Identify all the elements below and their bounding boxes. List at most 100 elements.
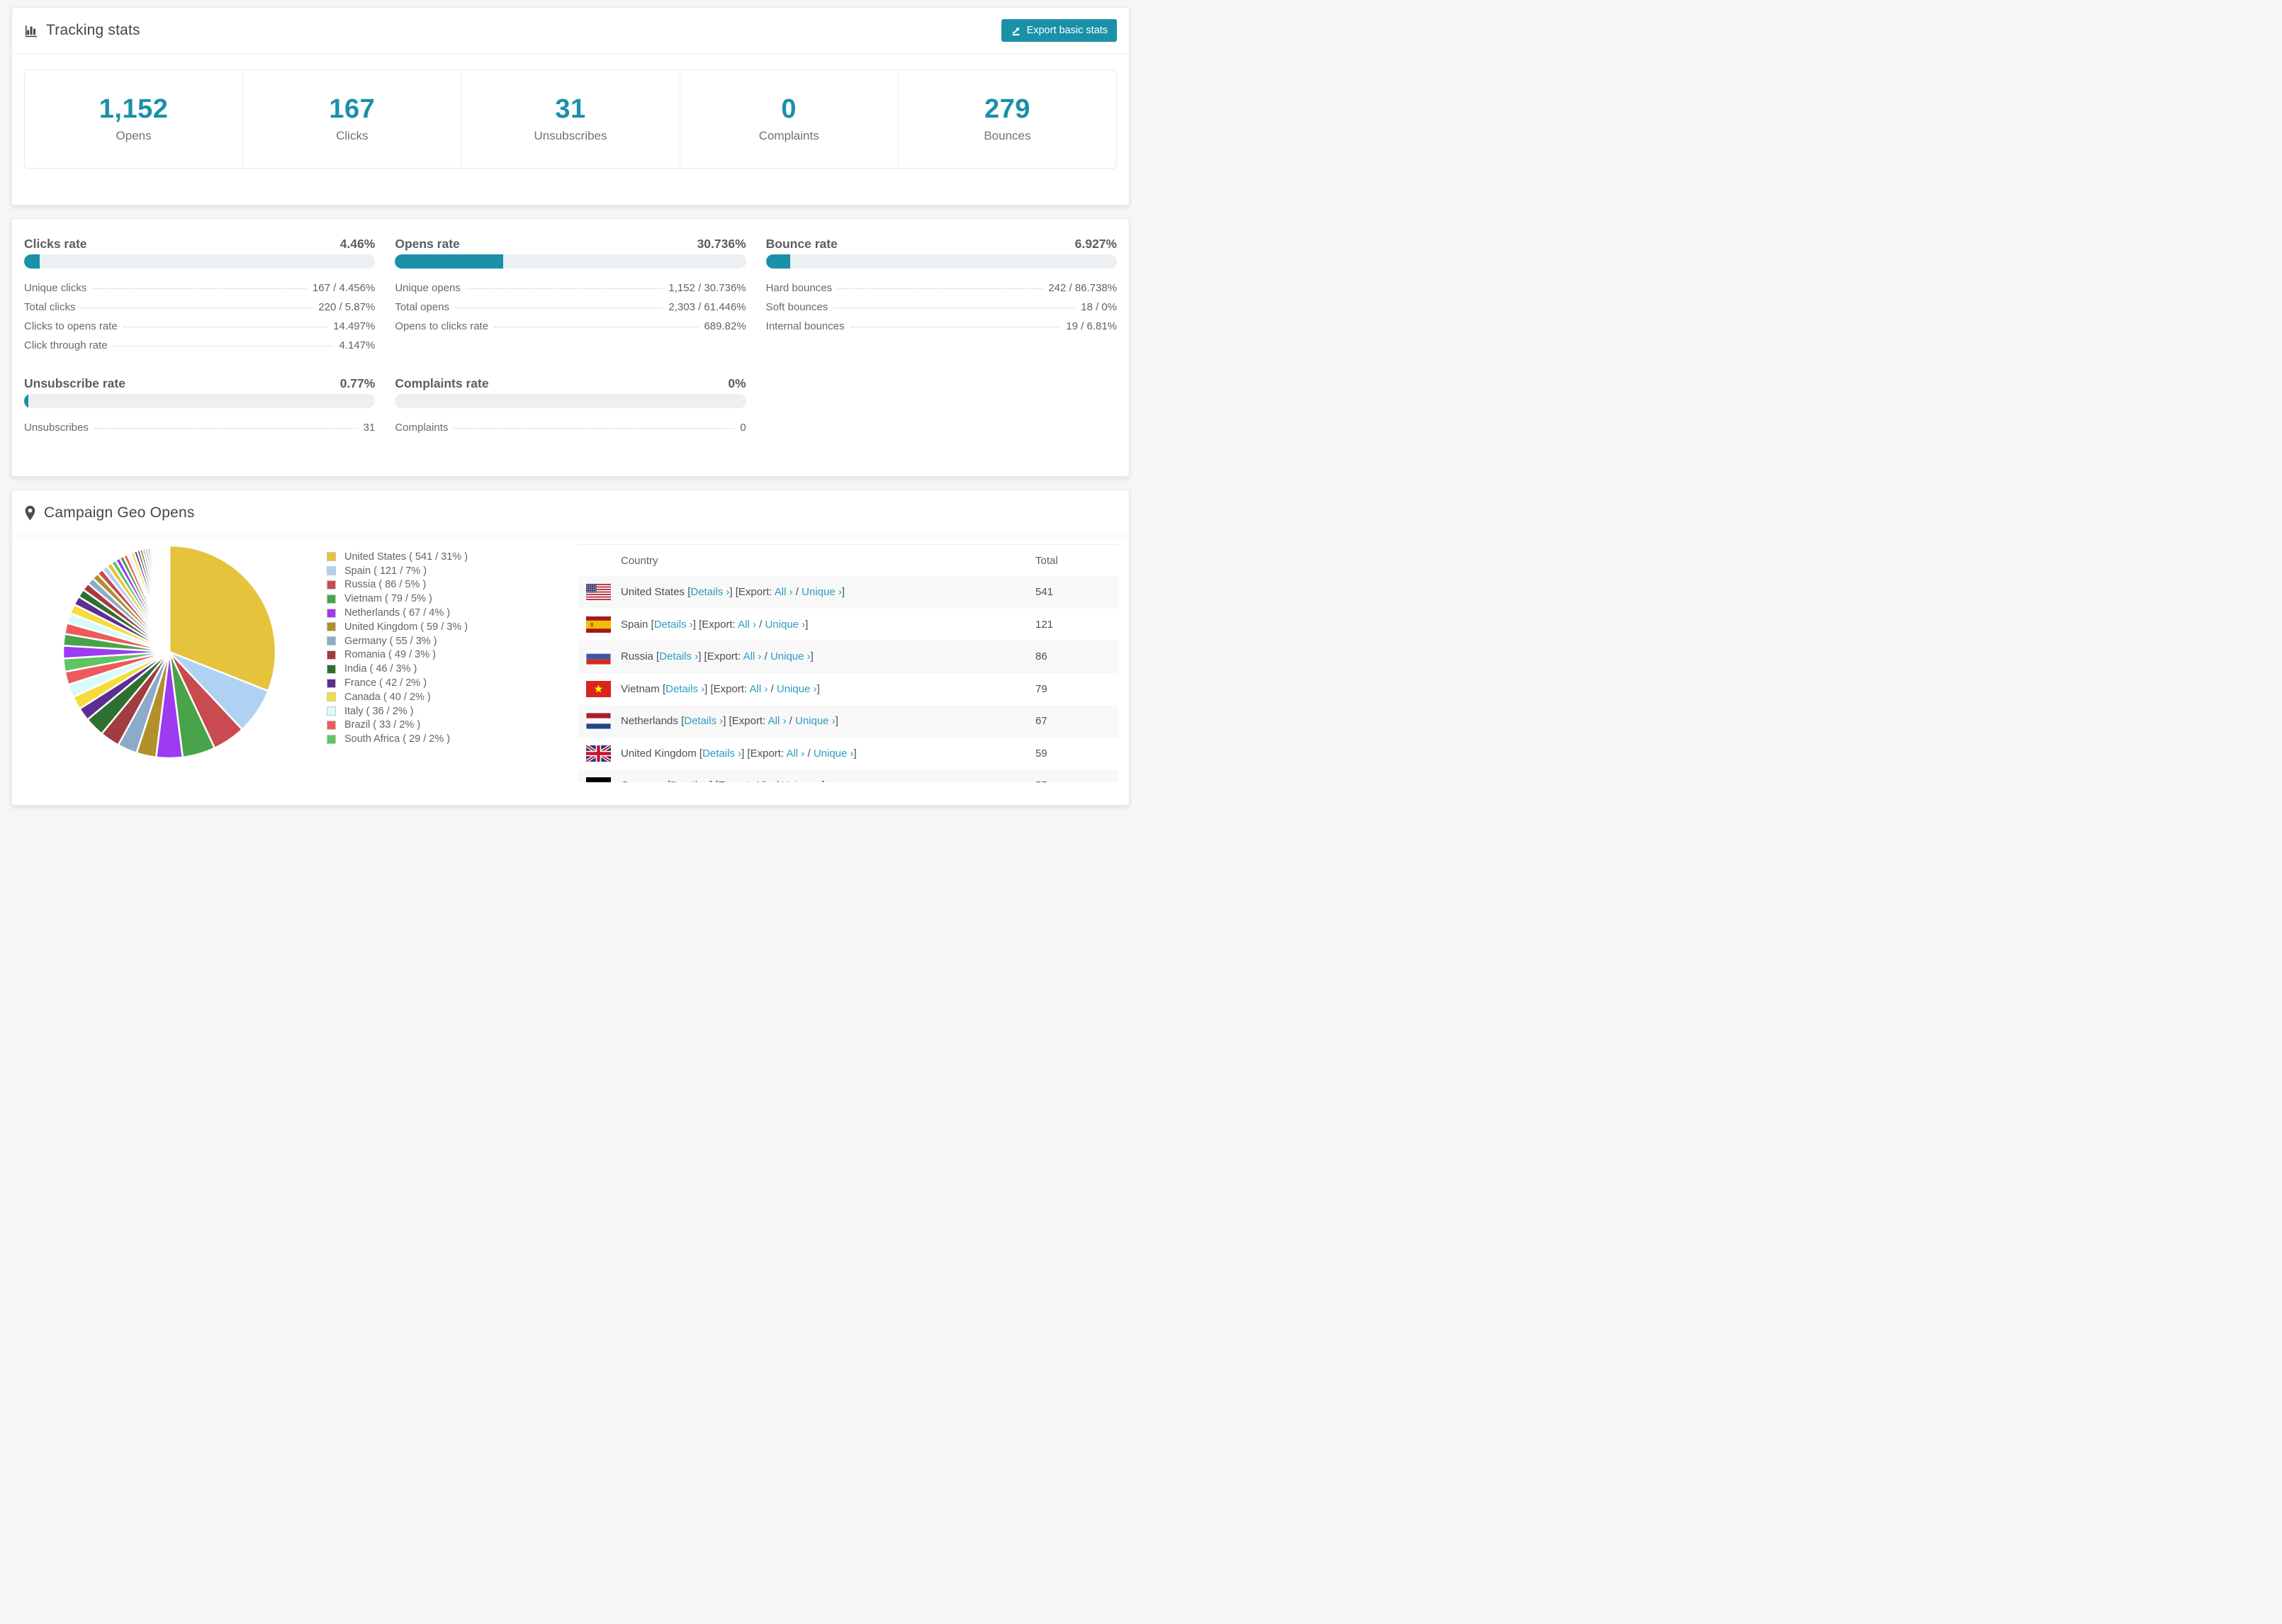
geo-country-cell: Russia [Details ›] [Export: All › / Uniq… — [621, 650, 814, 663]
geo-table-header-country: Country — [621, 554, 658, 567]
stat-complaints: 0 Complaints — [679, 70, 898, 168]
rate-detail-row-hard-bounces: Hard bounces 242 / 86.738% — [766, 278, 1117, 298]
legend-item-germany: Germany ( 55 / 3% ) — [327, 634, 468, 648]
export-unique-link-russia[interactable]: Unique › — [770, 650, 811, 662]
rate-detail-row-soft-bounces: Soft bounces 18 / 0% — [766, 298, 1117, 317]
export-unique-link-netherlands[interactable]: Unique › — [795, 715, 836, 727]
geo-total-cell: 121 — [1035, 618, 1054, 631]
rate-section-header: Bounce rate 6.927% — [766, 236, 1117, 252]
rate-detail-rows: Hard bounces 242 / 86.738% Soft bounces 18 … — [766, 278, 1117, 336]
legend-swatch — [327, 552, 336, 562]
rate-detail-row-unique-opens: Unique opens 1,152 / 30.736% — [395, 278, 746, 298]
geo-country-cell: United States [Details ›] [Export: All ›… — [621, 586, 845, 599]
details-link-netherlands[interactable]: Details › — [684, 715, 723, 727]
geo-title: Campaign Geo Opens — [44, 504, 195, 521]
stat-clicks: 167 Clicks — [242, 70, 461, 168]
geo-table-row-spain: Spain [Details ›] [Export: All › / Uniqu… — [578, 609, 1118, 641]
legend-item-netherlands: Netherlands ( 67 / 4% ) — [327, 606, 468, 620]
details-link-united-kingdom[interactable]: Details › — [702, 748, 741, 760]
geo-table-row-russia: Russia [Details ›] [Export: All › / Uniq… — [578, 641, 1118, 673]
geo-legend: United States ( 541 / 31% ) Spain ( 121 /… — [327, 550, 468, 746]
country-name: United Kingdom — [621, 747, 699, 760]
geo-total-cell: 86 — [1035, 650, 1047, 663]
export-all-link-united-kingdom[interactable]: All › — [786, 748, 804, 760]
dotted-leader — [454, 427, 735, 429]
rate-detail-value: 1,152 / 30.736% — [668, 281, 746, 294]
export-unique-link-united-states[interactable]: Unique › — [802, 586, 842, 598]
flag-vn-icon — [586, 680, 611, 697]
rate-progress-fill — [765, 254, 790, 269]
export-all-link-germany[interactable]: All › — [754, 779, 772, 782]
rate-progress-track — [24, 394, 376, 408]
rate-detail-label: Click through rate — [24, 339, 108, 351]
export-all-link-netherlands[interactable]: All › — [768, 715, 787, 727]
flag-nl — [585, 712, 612, 730]
legend-swatch — [327, 636, 336, 646]
rate-progress-fill — [24, 394, 28, 408]
rate-section-clicks-rate: Clicks rate 4.46% Unique clicks 167 / 4.456… — [24, 236, 376, 355]
tracking-stats-title: Tracking stats — [46, 22, 140, 38]
rate-detail-value: 242 / 86.738% — [1048, 281, 1117, 294]
stat-value-complaints: 0 — [781, 94, 797, 124]
country-name: Spain — [621, 618, 651, 631]
geo-table: Country Total United States [Details ›] [E… — [578, 544, 1118, 782]
export-all-link-united-states[interactable]: All › — [775, 586, 793, 598]
rate-section-title: Complaints rate — [395, 376, 489, 390]
details-link-russia[interactable]: Details › — [659, 650, 698, 662]
details-link-germany[interactable]: Details › — [670, 779, 709, 782]
rates-card: Clicks rate 4.46% Unique clicks 167 / 4.456… — [11, 218, 1130, 477]
rate-detail-row-total-clicks: Total clicks 220 / 5.87% — [24, 298, 375, 317]
rate-section-header: Opens rate 30.736% — [395, 236, 746, 252]
dotted-leader — [838, 288, 1043, 289]
rate-detail-label: Opens to clicks rate — [395, 320, 489, 332]
export-basic-stats-button[interactable]: Export basic stats — [1001, 19, 1117, 42]
legend-label: United States ( 541 / 31% ) — [344, 551, 468, 563]
rate-detail-label: Unsubscribes — [24, 421, 89, 434]
rate-section-header: Complaints rate 0% — [395, 376, 746, 391]
rate-detail-value: 19 / 6.81% — [1066, 320, 1117, 332]
rate-detail-label: Unique clicks — [24, 281, 87, 294]
flag-de-icon — [586, 777, 611, 782]
stat-label-clicks: Clicks — [336, 128, 369, 142]
rate-detail-label: Total clicks — [24, 300, 76, 313]
flag-gb — [585, 743, 612, 763]
rate-progress-fill — [395, 254, 503, 269]
rate-detail-value: 4.147% — [339, 339, 376, 351]
export-icon — [1011, 26, 1021, 36]
export-all-link-vietnam[interactable]: All › — [750, 683, 768, 695]
legend-label: France ( 42 / 2% ) — [344, 677, 427, 689]
export-unique-link-vietnam[interactable]: Unique › — [777, 683, 817, 695]
export-unique-link-spain[interactable]: Unique › — [765, 619, 805, 631]
legend-item-russia: Russia ( 86 / 5% ) — [327, 578, 468, 592]
legend-item-south-africa: South Africa ( 29 / 2% ) — [327, 732, 468, 746]
rate-detail-rows: Complaints 0 — [395, 418, 746, 437]
flag-nl-icon — [585, 712, 612, 730]
rate-detail-value: 0 — [740, 421, 746, 434]
details-link-vietnam[interactable]: Details › — [665, 683, 704, 695]
dotted-leader — [94, 427, 358, 429]
export-all-link-russia[interactable]: All › — [743, 650, 762, 662]
rate-section-unsubscribe-rate: Unsubscribe rate 0.77% Unsubscribes 31 — [24, 376, 376, 437]
export-all-link-spain[interactable]: All › — [738, 619, 756, 631]
rate-section-value: 0% — [728, 376, 746, 390]
rate-detail-label: Clicks to opens rate — [24, 320, 118, 332]
flag-us-icon — [586, 584, 611, 601]
details-link-united-states[interactable]: Details › — [690, 586, 729, 598]
export-unique-link-united-kingdom[interactable]: Unique › — [814, 748, 854, 760]
rate-section-title: Unsubscribe rate — [24, 376, 125, 390]
rate-detail-rows: Unique opens 1,152 / 30.736% Total opens 2,… — [395, 278, 746, 336]
legend-swatch — [327, 734, 336, 744]
rate-detail-rows: Unsubscribes 31 — [24, 418, 375, 437]
details-link-spain[interactable]: Details › — [654, 619, 693, 631]
flag-ru-icon — [585, 648, 612, 665]
stat-label-complaints: Complaints — [758, 128, 819, 142]
rate-section-header: Clicks rate 4.46% — [24, 236, 375, 252]
geo-country-cell: Netherlands [Details ›] [Export: All › /… — [621, 715, 838, 728]
country-name: Netherlands — [621, 715, 682, 728]
rate-section-complaints-rate: Complaints rate 0% Complaints 0 — [395, 376, 746, 437]
export-button-label: Export basic stats — [1026, 25, 1108, 36]
legend-label: Brazil ( 33 / 2% ) — [344, 719, 421, 731]
legend-swatch — [327, 622, 336, 632]
export-unique-link-germany[interactable]: Unique › — [782, 779, 822, 782]
legend-swatch — [327, 720, 336, 730]
